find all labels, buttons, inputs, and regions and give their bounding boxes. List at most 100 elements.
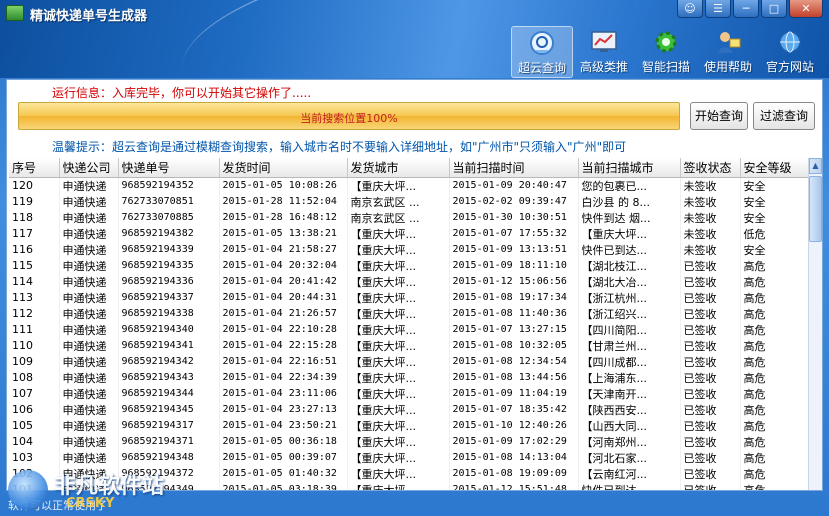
minimize-button[interactable]: ─ [733,0,759,18]
table-row[interactable]: 115 申通快递 968592194335 2015-01-04 20:32:04 【重… [9,257,808,274]
table-cell: 968592194352 [118,177,220,194]
table-cell: 2015-01-04 21:58:27 [219,241,348,258]
table-cell: 114 [9,273,60,290]
table-row[interactable]: 118 申通快递 762733070885 2015-01-28 16:48:12 南京… [9,209,808,226]
table-row[interactable]: 106 申通快递 968592194345 2015-01-04 23:27:13 【重… [9,401,808,418]
table-row[interactable]: 116 申通快递 968592194339 2015-01-04 21:58:27 【重… [9,241,808,258]
table-cell: 2015-01-08 10:32:05 [449,337,579,354]
table-cell: 【重庆大坪... [347,449,450,466]
table-cell: 968592194343 [118,369,220,386]
table-cell: 109 [9,353,60,370]
table-cell: 已签收 [680,257,741,274]
table-cell: 高危 [740,465,808,482]
search-progress-bar: 当前搜索位置100% [18,102,680,130]
table-cell: 【重庆大坪... [347,353,450,370]
title-bar[interactable]: 精诚快递单号生成器 ☺ ☰ ─ □ ✕ 超云查询 高级类推 智能扫描 使用帮助 … [0,0,829,152]
close-button[interactable]: ✕ [789,0,823,18]
table-cell: 117 [9,225,60,242]
column-header[interactable]: 发货城市 [347,158,450,178]
table-cell: 968592194382 [118,225,220,242]
run-info-text: 运行信息：入库完毕，你可以开始其它操作了..... [52,86,312,100]
table-cell: 申通快递 [59,449,119,466]
table-row[interactable]: 109 申通快递 968592194342 2015-01-04 22:16:51 【重… [9,353,808,370]
tool-website[interactable]: 官方网站 [759,26,821,78]
table-cell: 【浙江杭州... [578,289,681,306]
table-cell: 【四川成都... [578,353,681,370]
scroll-thumb[interactable] [809,176,822,242]
table-row[interactable]: 111 申通快递 968592194340 2015-01-04 22:10:28 【重… [9,321,808,338]
table-cell: 安全 [740,209,808,226]
table-cell: 【山西大同... [578,417,681,434]
table-cell: 申通快递 [59,385,119,402]
table-cell: 2015-01-08 13:44:56 [449,369,579,386]
column-header[interactable]: 安全等级 [740,158,808,178]
tool-smart-scan[interactable]: 智能扫描 [635,26,697,78]
cloud-search-icon [530,31,554,55]
table-cell: 【上海浦东... [578,369,681,386]
table-cell: 已签收 [680,465,741,482]
column-header[interactable]: 快递公司 [59,158,119,178]
chat-icon[interactable]: ☺ [677,0,703,18]
table-cell: 高危 [740,257,808,274]
table-cell: 申通快递 [59,369,119,386]
table-cell: 108 [9,369,60,386]
table-cell: 未签收 [680,177,741,194]
table-cell: 【四川简阳... [578,321,681,338]
column-header[interactable]: 当前扫描时间 [449,158,579,178]
table-row[interactable]: 108 申通快递 968592194343 2015-01-04 22:34:39 【重… [9,369,808,386]
table-row[interactable]: 119 申通快递 762733070851 2015-01-28 11:52:04 南京… [9,193,808,210]
maximize-button[interactable]: □ [761,0,787,18]
table-cell: 968592194339 [118,241,220,258]
table-row[interactable]: 103 申通快递 968592194348 2015-01-05 00:39:07 【重… [9,449,808,466]
table-row[interactable]: 120 申通快递 968592194352 2015-01-05 10:08:26 【重… [9,177,808,194]
table-cell: 申通快递 [59,321,119,338]
table-cell: 高危 [740,353,808,370]
table-row[interactable]: 107 申通快递 968592194344 2015-01-04 23:11:06 【重… [9,385,808,402]
table-cell: 2015-01-28 16:48:12 [219,209,348,226]
column-header[interactable]: 签收状态 [680,158,741,178]
table-cell: 2015-01-07 17:55:32 [449,225,579,242]
table-cell: 已签收 [680,305,741,322]
table-row[interactable]: 105 申通快递 968592194317 2015-01-04 23:50:21 【重… [9,417,808,434]
table-row[interactable]: 114 申通快递 968592194336 2015-01-04 20:41:42 【重… [9,273,808,290]
tool-advanced-infer[interactable]: 高级类推 [573,26,635,78]
table-cell: 2015-01-05 00:39:07 [219,449,348,466]
start-query-button[interactable]: 开始查询 [690,102,748,130]
table-cell: 申通快递 [59,353,119,370]
tool-cloud-search[interactable]: 超云查询 [511,26,573,78]
watermark-sub: CRSKY [66,496,115,511]
column-header[interactable]: 快递单号 [118,158,220,178]
table-cell: 【河南郑州... [578,433,681,450]
table-cell: 快件已到达... [578,481,681,490]
table-cell: 118 [9,209,60,226]
table-cell: 申通快递 [59,337,119,354]
column-header[interactable]: 当前扫描城市 [578,158,681,178]
table-row[interactable]: 113 申通快递 968592194337 2015-01-04 20:44:31 【重… [9,289,808,306]
table-cell: 968592194371 [118,433,220,450]
table-cell: 2015-01-04 22:34:39 [219,369,348,386]
table-row[interactable]: 112 申通快递 968592194338 2015-01-04 21:26:57 【重… [9,305,808,322]
table-cell: 2015-01-04 21:26:57 [219,305,348,322]
table-cell: 111 [9,321,60,338]
table-cell: 申通快递 [59,401,119,418]
scroll-up-arrow[interactable]: ▲ [809,158,822,174]
column-header[interactable]: 序号 [9,158,60,178]
table-cell: 安全 [740,193,808,210]
table-cell: 2015-01-04 22:16:51 [219,353,348,370]
table-row[interactable]: 110 申通快递 968592194341 2015-01-04 22:15:28 【重… [9,337,808,354]
table-cell: 115 [9,257,60,274]
table-cell: 已签收 [680,273,741,290]
table-cell: 【浙江绍兴... [578,305,681,322]
table-cell: 未签收 [680,225,741,242]
filter-query-button[interactable]: 过滤查询 [753,102,815,130]
table-cell: 您的包裹已... [578,177,681,194]
table-row[interactable]: 117 申通快递 968592194382 2015-01-05 13:38:21 【重… [9,225,808,242]
menu-icon[interactable]: ☰ [705,0,731,18]
table-cell: 762733070885 [118,209,220,226]
tool-help[interactable]: 使用帮助 [697,26,759,78]
table-cell: 119 [9,193,60,210]
table-header: 序号 快递公司 快递单号 发货时间 发货城市 当前扫描时间 当前扫描城市 签收状态 安全等级 [9,158,808,178]
table-scrollbar[interactable]: ▲ [808,158,822,490]
table-row[interactable]: 104 申通快递 968592194371 2015-01-05 00:36:18 【重… [9,433,808,450]
column-header[interactable]: 发货时间 [219,158,348,178]
